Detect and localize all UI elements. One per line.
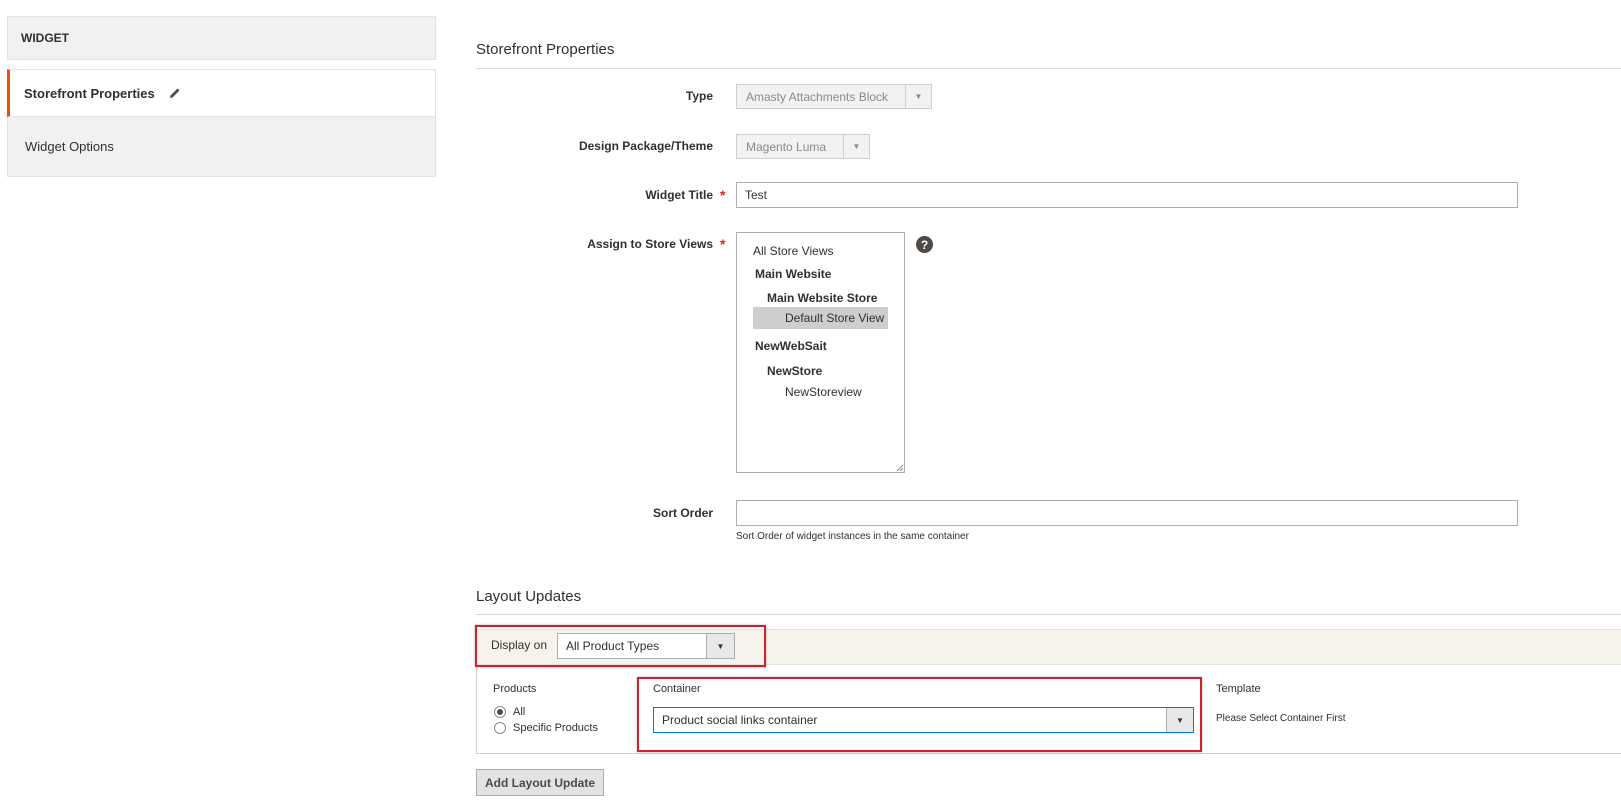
store-view-option[interactable]: Main Website Store <box>767 291 877 305</box>
sidebar-item-label: Widget Options <box>25 139 114 154</box>
radio-icon <box>494 706 506 718</box>
sidebar-item-storefront-properties[interactable]: Storefront Properties <box>7 69 436 117</box>
theme-label: Design Package/Theme <box>578 139 713 153</box>
store-views-label: Assign to Store Views <box>587 237 713 251</box>
required-asterisk: * <box>720 187 726 203</box>
store-view-option[interactable]: NewStore <box>767 364 822 378</box>
type-select-value: Amasty Attachments Block <box>746 89 889 104</box>
sidebar-header: WIDGET <box>7 16 436 60</box>
theme-select: Magento Luma ▼ <box>736 134 870 159</box>
radio-label: All <box>513 706 526 718</box>
help-icon[interactable]: ? <box>916 236 933 253</box>
radio-label: Specific Products <box>513 722 598 734</box>
sidebar-item-widget-options[interactable]: Widget Options <box>7 117 436 177</box>
chevron-down-icon: ▼ <box>905 85 931 108</box>
sort-order-input[interactable] <box>736 500 1518 526</box>
products-header: Products <box>493 683 537 695</box>
products-radio-all[interactable]: All <box>494 706 525 718</box>
add-layout-update-button[interactable]: Add Layout Update <box>476 769 604 796</box>
highlight-box <box>637 677 1202 752</box>
store-views-multiselect[interactable]: All Store Views Main Website Main Websit… <box>736 232 905 473</box>
sidebar: WIDGET Storefront Properties Widget Opti… <box>7 16 436 177</box>
radio-icon <box>494 722 506 734</box>
section-title-layout-updates: Layout Updates <box>476 588 582 605</box>
divider <box>476 614 1621 615</box>
chevron-down-icon: ▼ <box>843 135 869 158</box>
type-label: Type <box>685 89 713 103</box>
type-select: Amasty Attachments Block ▼ <box>736 84 932 109</box>
template-header: Template <box>1216 683 1261 695</box>
resize-handle-icon[interactable] <box>895 463 903 471</box>
store-view-option[interactable]: All Store Views <box>753 244 833 258</box>
sort-order-note: Sort Order of widget instances in the sa… <box>736 531 969 542</box>
required-asterisk: * <box>720 236 726 252</box>
store-view-option[interactable]: NewWebSait <box>755 339 827 353</box>
template-note: Please Select Container First <box>1216 713 1346 724</box>
store-view-option[interactable]: Main Website <box>755 267 831 281</box>
pencil-icon <box>169 86 183 100</box>
divider <box>476 68 1621 69</box>
sort-order-label: Sort Order <box>652 506 713 520</box>
sidebar-item-label: Storefront Properties <box>24 85 155 101</box>
store-view-option[interactable]: NewStoreview <box>785 385 862 399</box>
section-title-storefront: Storefront Properties <box>476 41 615 58</box>
widget-title-input[interactable]: Test <box>736 182 1518 208</box>
theme-select-value: Magento Luma <box>746 139 827 154</box>
products-radio-specific[interactable]: Specific Products <box>494 722 598 734</box>
highlight-box <box>475 625 766 667</box>
store-view-option-selected[interactable]: Default Store View <box>753 307 888 329</box>
widget-title-label: Widget Title <box>645 188 713 202</box>
